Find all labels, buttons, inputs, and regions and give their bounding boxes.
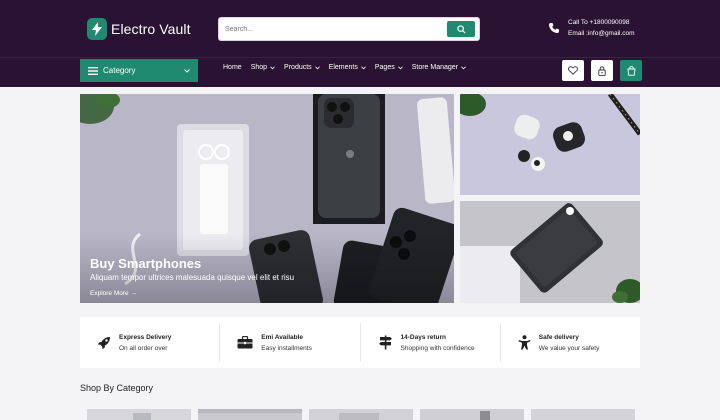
feature-title: Express Delivery xyxy=(119,333,172,341)
contact-phone: Call To +1800090098 xyxy=(568,19,630,26)
feature-desc: On all order over xyxy=(119,344,168,352)
bolt-icon xyxy=(87,18,107,40)
chevron-down-icon xyxy=(184,68,190,73)
feature-desc: We value your safety xyxy=(538,344,600,352)
nav-elements-label: Elements xyxy=(328,64,358,71)
hero-title: Buy Smartphones xyxy=(90,256,202,271)
feature-item: Express Delivery On all order over xyxy=(80,323,221,362)
category-label: Category xyxy=(103,66,136,75)
chevron-down-icon xyxy=(270,65,275,69)
tablet-image xyxy=(460,201,640,303)
feature-item: 14-Days return Shopping with confidence xyxy=(361,323,501,362)
logo[interactable]: Electro Vault xyxy=(87,18,191,40)
promo-banner-earbuds[interactable] xyxy=(460,94,640,195)
nav-products[interactable]: Products xyxy=(284,64,320,71)
feature-title: Emi Available xyxy=(261,333,304,341)
search-bar xyxy=(218,17,480,41)
rocket-icon xyxy=(98,336,110,349)
chevron-down-icon xyxy=(461,65,466,69)
nav-links: Home Shop Products Elements Pages Store … xyxy=(223,64,466,71)
feature-desc: Easy installments xyxy=(261,344,312,352)
wishlist-button[interactable] xyxy=(562,60,584,81)
logo-text: Electro Vault xyxy=(111,21,191,37)
nav-shop-label: Shop xyxy=(250,64,268,71)
person-icon xyxy=(518,335,531,350)
briefcase-icon xyxy=(237,336,253,349)
cart-button[interactable] xyxy=(620,60,642,81)
search-button[interactable] xyxy=(447,21,475,37)
category-row xyxy=(87,409,635,420)
category-tile[interactable] xyxy=(309,409,413,420)
phone-icon xyxy=(549,23,559,33)
contact-email: Email :info@gmail.com xyxy=(568,30,635,37)
explore-more-link[interactable]: Explore More → xyxy=(90,290,137,297)
category-tile[interactable] xyxy=(87,409,191,420)
category-tile[interactable] xyxy=(198,409,302,420)
account-button[interactable] xyxy=(591,60,613,81)
nav-pages[interactable]: Pages xyxy=(375,64,403,71)
category-dropdown[interactable]: Category xyxy=(80,59,198,82)
feature-title: Safe delivery xyxy=(538,333,579,341)
chevron-down-icon xyxy=(314,65,320,69)
chevron-down-icon xyxy=(360,65,366,69)
promo-banner-tablet[interactable] xyxy=(460,201,640,303)
cart-icon xyxy=(626,65,636,76)
top-header: Electro Vault Call To +1800090098 Email … xyxy=(0,0,720,57)
nav-store-manager[interactable]: Store Manager xyxy=(412,64,466,71)
search-icon xyxy=(456,24,466,34)
signpost-icon xyxy=(378,335,392,350)
contact-info: Call To +1800090098 Email :info@gmail.co… xyxy=(548,19,635,37)
nav-home[interactable]: Home xyxy=(223,64,242,71)
feature-title: 14-Days return xyxy=(400,333,447,341)
heart-icon xyxy=(568,66,578,75)
menu-icon xyxy=(88,66,98,75)
feature-desc: Shopping with confidence xyxy=(400,344,475,352)
nav-pages-label: Pages xyxy=(374,64,395,71)
category-tile[interactable] xyxy=(531,409,635,420)
main-nav: Category Home Shop Products Elements Pag… xyxy=(0,57,720,87)
nav-products-label: Products xyxy=(284,64,312,71)
category-tile[interactable] xyxy=(420,409,524,420)
earbuds-image xyxy=(460,94,640,195)
feature-item: Safe delivery We value your safety xyxy=(501,323,640,362)
section-title: Shop By Category xyxy=(80,383,154,393)
nav-action-icons xyxy=(562,60,642,81)
lock-icon xyxy=(598,65,606,76)
nav-shop[interactable]: Shop xyxy=(251,64,275,71)
nav-store-manager-label: Store Manager xyxy=(411,64,459,71)
hero-subtitle: Aliquam tempor ultrices malesuada quisqu… xyxy=(90,273,295,282)
hero-text: Buy Smartphones Aliquam tempor ultrices … xyxy=(90,256,294,300)
features-bar: Express Delivery On all order over Emi A… xyxy=(80,317,640,368)
nav-home-label: Home xyxy=(223,64,242,71)
nav-elements[interactable]: Elements xyxy=(329,64,366,71)
chevron-down-icon xyxy=(397,65,403,69)
search-input[interactable] xyxy=(225,22,445,37)
feature-item: Emi Available Easy installments xyxy=(220,323,361,362)
